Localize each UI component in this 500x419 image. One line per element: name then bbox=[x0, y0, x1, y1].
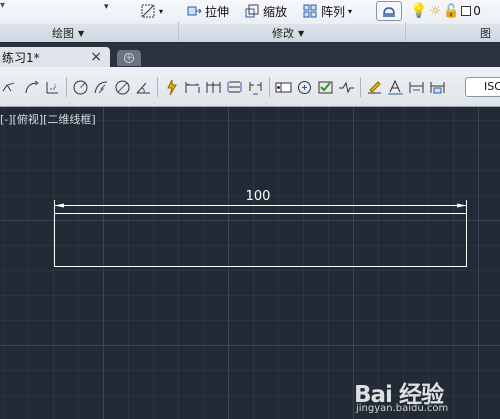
inspect-button[interactable] bbox=[315, 77, 336, 97]
dim-update-button[interactable] bbox=[406, 77, 427, 97]
layer-stack-icon bbox=[383, 7, 395, 17]
dim-angular-button[interactable] bbox=[133, 77, 154, 97]
tab-drawing[interactable]: 练习1* × bbox=[0, 47, 110, 67]
dimension-toolbar: ISO bbox=[0, 67, 500, 107]
tolerance-button[interactable] bbox=[273, 77, 294, 97]
linear-dim-icon bbox=[2, 82, 15, 91]
dimension-text[interactable]: 100 bbox=[238, 189, 278, 204]
sun-icon: ☼ bbox=[429, 3, 442, 19]
chevron-down-icon: ▾ bbox=[159, 6, 164, 16]
dim-edit-button[interactable] bbox=[364, 77, 385, 97]
toolbar-separator bbox=[157, 77, 158, 97]
scale-icon bbox=[245, 4, 259, 18]
dim-edit-icon bbox=[368, 80, 381, 93]
continue-icon bbox=[206, 81, 221, 93]
new-tab-button[interactable]: + bbox=[117, 50, 141, 66]
hatch-button[interactable]: ▾ bbox=[140, 0, 163, 22]
baseline-icon bbox=[185, 81, 200, 93]
stretch-button[interactable]: 拉伸 bbox=[186, 0, 229, 22]
jogged-linear-button[interactable] bbox=[336, 77, 357, 97]
dim-update-icon bbox=[409, 81, 424, 93]
ordinate-icon bbox=[46, 81, 58, 93]
layer-color-swatch bbox=[461, 6, 472, 16]
draw-tool-fragment[interactable]: ▾ bbox=[0, 0, 5, 16]
dimension-style-select[interactable]: ISO bbox=[465, 77, 500, 97]
layer-state-controls[interactable]: 💡 ☼ 🔓 0 bbox=[410, 0, 481, 22]
dim-text-edit-icon bbox=[388, 79, 403, 94]
array-button[interactable]: 阵列 ▾ bbox=[302, 0, 352, 22]
dim-arc-button[interactable] bbox=[21, 77, 42, 97]
draw-panel-title[interactable]: 绘图 ▼ bbox=[52, 26, 84, 40]
center-mark-icon bbox=[298, 80, 311, 94]
plus-icon: + bbox=[124, 53, 134, 63]
layers-panel-title[interactable]: 图 bbox=[480, 26, 491, 40]
draw-panel-label: 绘图 bbox=[52, 27, 74, 40]
tolerance-icon bbox=[275, 82, 292, 92]
ribbon: ▾ ▾ ▾ 拉伸 缩放 阵列 ▾ 💡 ☼ 🔓 0 绘图 ▼ 修改 ▼ 图 bbox=[0, 0, 500, 42]
center-mark-button[interactable] bbox=[294, 77, 315, 97]
lightbulb-icon: 💡 bbox=[410, 3, 428, 19]
toolbar-separator bbox=[66, 77, 67, 97]
dim-break-button[interactable] bbox=[245, 77, 266, 97]
dim-text-edit-button[interactable] bbox=[385, 77, 406, 97]
toolbar-separator bbox=[360, 77, 361, 97]
toolbar-separator bbox=[269, 77, 270, 97]
dim-jogged-button[interactable] bbox=[91, 77, 112, 97]
hatch-icon bbox=[141, 4, 155, 18]
jogged-icon bbox=[94, 81, 108, 93]
dim-diameter-button[interactable] bbox=[112, 77, 133, 97]
angular-icon bbox=[136, 82, 150, 93]
modify-panel-label: 修改 bbox=[272, 27, 294, 40]
quick-dim-icon bbox=[167, 79, 177, 95]
dim-radius-button[interactable] bbox=[70, 77, 91, 97]
layers-panel-label: 图 bbox=[480, 27, 491, 40]
baidu-jingyan-watermark: Bai 经验 jingyan.baidu.com bbox=[354, 373, 494, 415]
dim-space-button[interactable] bbox=[224, 77, 245, 97]
document-tab-bar: 练习1* × + bbox=[0, 43, 500, 67]
diameter-icon bbox=[115, 80, 130, 94]
watermark-url: jingyan.baidu.com bbox=[356, 403, 449, 414]
dim-continue-button[interactable] bbox=[203, 77, 224, 97]
panel-divider bbox=[405, 22, 406, 42]
chevron-down-icon: ▼ bbox=[298, 28, 305, 38]
radius-icon bbox=[73, 80, 88, 94]
dim-baseline-button[interactable] bbox=[182, 77, 203, 97]
modify-panel-title[interactable]: 修改 ▼ bbox=[272, 26, 304, 40]
layer-properties-button[interactable] bbox=[376, 1, 402, 21]
dim-ordinate-button[interactable] bbox=[42, 77, 63, 97]
lock-icon: 🔓 bbox=[443, 3, 460, 19]
chevron-down-icon: ▼ bbox=[78, 28, 85, 38]
scale-label: 缩放 bbox=[263, 4, 288, 19]
chevron-down-icon: ▾ bbox=[348, 6, 353, 16]
draw-dropdown-fragment[interactable]: ▾ bbox=[104, 0, 109, 18]
arc-length-icon bbox=[25, 80, 39, 93]
layer-value: 0 bbox=[473, 4, 481, 18]
dim-space-icon bbox=[227, 81, 242, 92]
panel-divider bbox=[178, 22, 179, 42]
rectangle-geometry bbox=[54, 213, 467, 267]
dim-style-button[interactable] bbox=[427, 77, 448, 97]
array-label: 阵列 bbox=[321, 4, 346, 19]
close-icon[interactable]: × bbox=[90, 49, 102, 65]
inspect-icon bbox=[318, 81, 333, 93]
scale-button[interactable]: 缩放 bbox=[244, 0, 287, 22]
dim-break-icon bbox=[249, 81, 262, 94]
stretch-icon bbox=[187, 6, 202, 16]
array-icon bbox=[303, 4, 317, 18]
dim-style-icon bbox=[430, 81, 445, 93]
stretch-label: 拉伸 bbox=[205, 4, 230, 19]
jogged-linear-icon bbox=[339, 81, 354, 93]
quick-dim-button[interactable] bbox=[161, 77, 182, 97]
tab-title: 练习1* bbox=[2, 50, 40, 65]
dim-linear-button[interactable] bbox=[0, 77, 21, 97]
drawing-viewport[interactable]: [-][俯视][二维线框] 100 Bai 经验 jingyan.baidu.c… bbox=[0, 107, 500, 419]
